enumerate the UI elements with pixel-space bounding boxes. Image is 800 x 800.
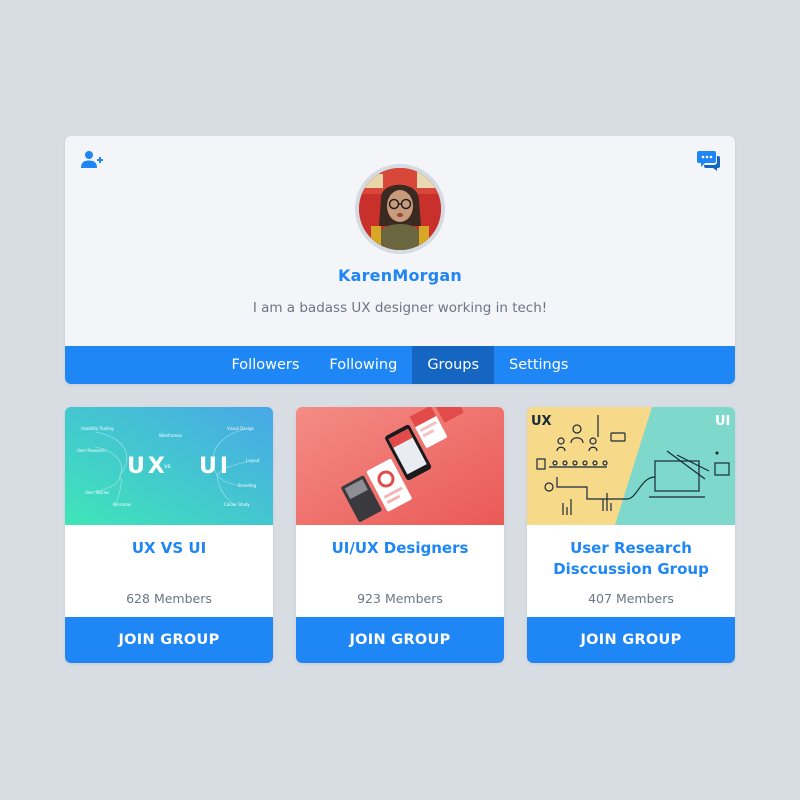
- image-label-ux: UX: [127, 454, 168, 479]
- tab-following[interactable]: Following: [314, 346, 412, 384]
- term-user-stories: User Stories: [85, 490, 109, 495]
- group-title: UI/UX Designers: [331, 539, 469, 557]
- tab-settings[interactable]: Settings: [494, 346, 583, 384]
- group-image-ux-ui-research: UX UI: [527, 407, 735, 525]
- profile-tabs: Followers Following Groups Settings: [65, 346, 735, 384]
- image-label-ux: UX: [531, 414, 552, 429]
- group-card: Usability Testing User Research User Sto…: [65, 407, 273, 663]
- term-branding: Branding: [238, 483, 257, 488]
- group-card: UI/UX Designers 923 Members JOIN GROUP: [296, 407, 504, 663]
- term-layout: Layout: [246, 458, 260, 463]
- group-card: UX UI User Research Disccussion Group 40…: [527, 407, 735, 663]
- image-label-ui: UI: [199, 454, 231, 479]
- group-title: User Research Disccussion Group: [553, 539, 709, 578]
- term-visual-design: Visual Design: [227, 426, 254, 431]
- username: KarenMorgan: [338, 266, 462, 285]
- join-group-button[interactable]: JOIN GROUP: [65, 617, 273, 663]
- group-member-count: 407 Members: [588, 591, 674, 606]
- group-member-count: 923 Members: [357, 591, 443, 606]
- term-colour-study: Colour Study: [224, 502, 250, 507]
- group-image-ux-vs-ui: Usability Testing User Research User Sto…: [65, 407, 273, 525]
- join-group-button[interactable]: JOIN GROUP: [296, 617, 504, 663]
- group-member-count: 628 Members: [126, 591, 212, 606]
- group-image-phone-mockups: [296, 407, 504, 525]
- image-label-ui: UI: [715, 414, 730, 429]
- profile-card: KarenMorgan I am a badass UX designer wo…: [65, 136, 735, 384]
- add-user-icon[interactable]: [80, 148, 104, 172]
- term-wireframes: Wireframes: [159, 433, 182, 438]
- profile-bio: I am a badass UX designer working in tec…: [252, 300, 548, 316]
- tab-followers[interactable]: Followers: [216, 346, 314, 384]
- group-title: UX VS UI: [131, 539, 207, 557]
- chat-bubbles-icon[interactable]: [696, 148, 720, 172]
- term-usability-testing: Usability Testing: [81, 426, 114, 431]
- join-group-button[interactable]: JOIN GROUP: [527, 617, 735, 663]
- term-personas: Personas: [113, 502, 131, 507]
- avatar[interactable]: [355, 164, 445, 254]
- term-user-research: User Research: [77, 448, 106, 453]
- image-label-vs: vs: [164, 463, 171, 470]
- tab-groups[interactable]: Groups: [412, 346, 495, 384]
